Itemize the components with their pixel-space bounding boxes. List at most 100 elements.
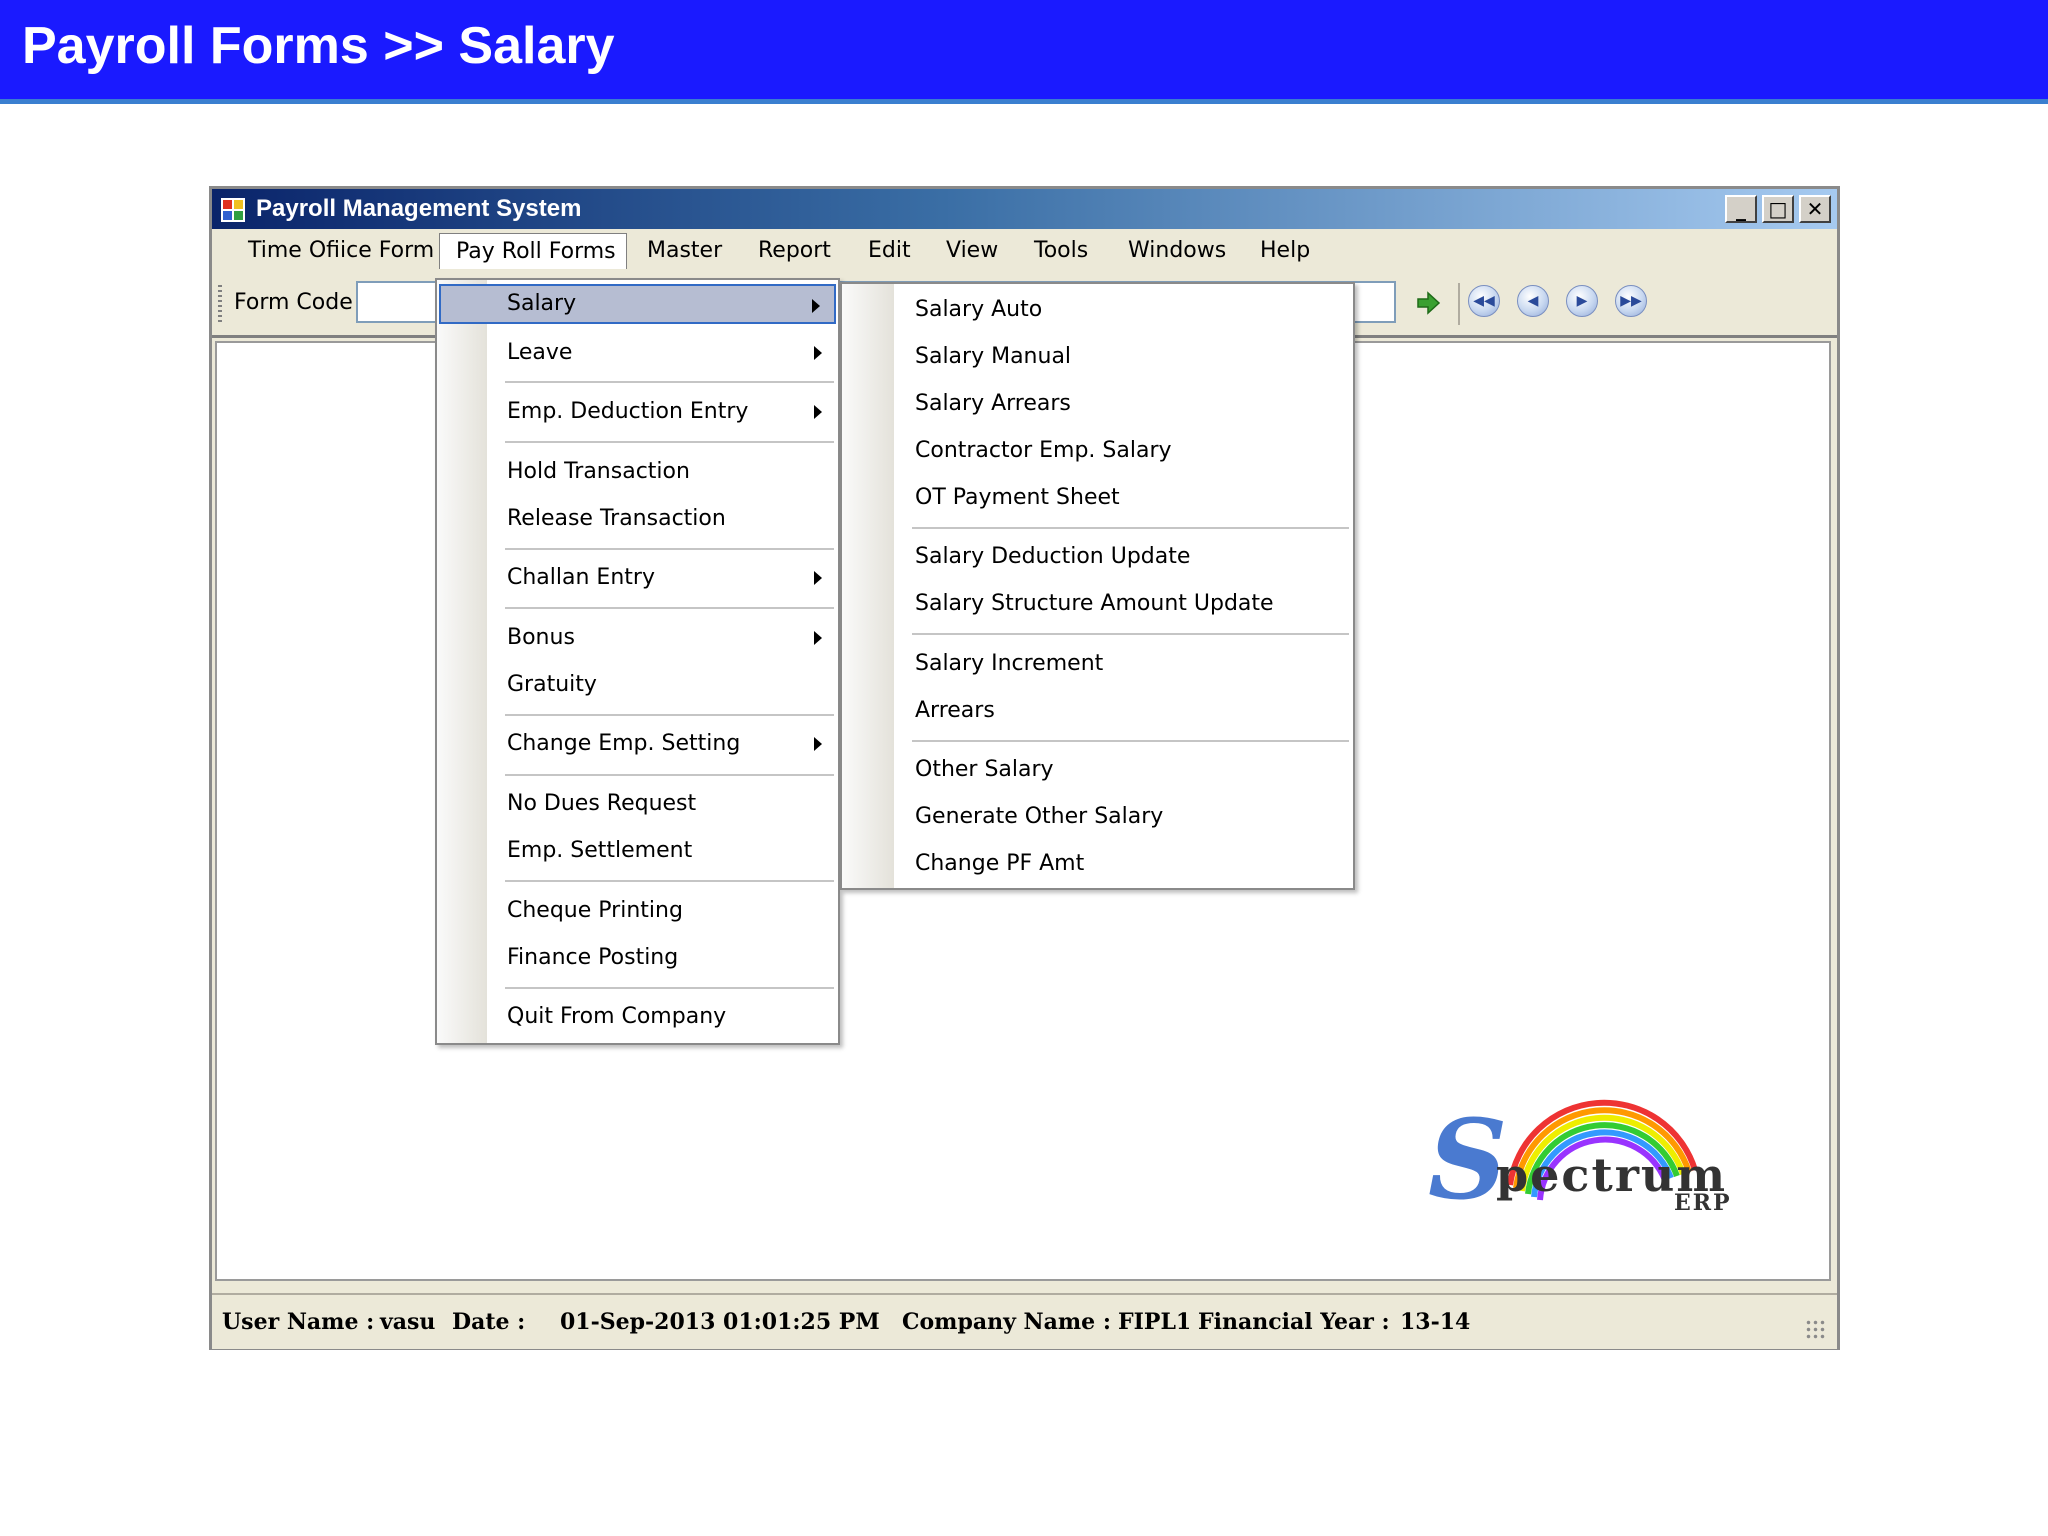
menu-item-emp-deduction-entry[interactable]: Emp. Deduction Entry — [439, 392, 836, 432]
app-icon — [221, 198, 245, 222]
menu-separator — [505, 987, 834, 989]
menu-item-label: OT Payment Sheet — [915, 485, 1120, 510]
submenu-arrow-icon — [814, 346, 822, 360]
menu-bar: Time Ofiice Form Pay Roll Forms Master R… — [212, 229, 1837, 271]
menu-item-arrears[interactable]: Arrears — [844, 691, 1351, 731]
menu-item-label: Generate Other Salary — [915, 804, 1164, 829]
next-record-icon[interactable]: ▶ — [1566, 285, 1598, 317]
minimize-button[interactable]: _ — [1725, 195, 1757, 223]
menu-item-label: Challan Entry — [507, 565, 655, 590]
spectrum-erp-logo: S pectrum ERP — [1420, 1050, 1750, 1230]
menu-separator — [912, 633, 1349, 635]
menu-item-no-dues-request[interactable]: No Dues Request — [439, 784, 836, 824]
last-record-icon[interactable]: ▶▶ — [1615, 285, 1647, 317]
menu-item-cheque-printing[interactable]: Cheque Printing — [439, 891, 836, 931]
menu-item-generate-other-salary[interactable]: Generate Other Salary — [844, 797, 1351, 837]
previous-record-icon[interactable]: ◀ — [1517, 285, 1549, 317]
menu-item-change-pf-amt[interactable]: Change PF Amt — [844, 844, 1351, 884]
submenu-arrow-icon — [814, 571, 822, 585]
submenu-arrow-icon — [812, 299, 820, 313]
menu-item-salary-deduction-update[interactable]: Salary Deduction Update — [844, 537, 1351, 577]
form-code-label: Form Code — [234, 290, 353, 315]
menu-item-label: Bonus — [507, 625, 575, 650]
payroll-forms-menu: Salary Leave Emp. Deduction Entry Hold T… — [435, 278, 840, 1045]
menu-item-label: Arrears — [915, 698, 995, 723]
window-titlebar[interactable]: Payroll Management System _ □ ✕ — [212, 189, 1837, 229]
menu-report[interactable]: Report — [758, 233, 831, 269]
menu-item-label: Emp. Deduction Entry — [507, 399, 749, 424]
menu-item-gratuity[interactable]: Gratuity — [439, 665, 836, 705]
window-title: Payroll Management System — [256, 195, 582, 222]
menu-help[interactable]: Help — [1260, 233, 1310, 269]
menu-item-label: Contractor Emp. Salary — [915, 438, 1172, 463]
menu-item-label: No Dues Request — [507, 791, 697, 816]
menu-pay-roll-forms[interactable]: Pay Roll Forms — [439, 233, 627, 269]
menu-item-label: Leave — [507, 340, 573, 365]
toolbar-grip[interactable] — [218, 285, 222, 325]
menu-time-office-form[interactable]: Time Ofiice Form — [248, 233, 434, 269]
menu-separator — [912, 527, 1349, 529]
slide-header: Payroll Forms >> Salary — [0, 0, 2048, 104]
menu-separator — [505, 548, 834, 550]
slide-title: Payroll Forms >> Salary — [22, 17, 615, 75]
menu-item-change-emp-setting[interactable]: Change Emp. Setting — [439, 724, 836, 764]
go-arrow-icon[interactable] — [1412, 287, 1444, 319]
user-name-value: vasu — [380, 1309, 436, 1335]
menu-view[interactable]: View — [946, 233, 998, 269]
menu-edit[interactable]: Edit — [868, 233, 911, 269]
menu-item-hold-transaction[interactable]: Hold Transaction — [439, 452, 836, 492]
menu-item-salary-manual[interactable]: Salary Manual — [844, 337, 1351, 377]
menu-item-salary-increment[interactable]: Salary Increment — [844, 644, 1351, 684]
menu-separator — [912, 740, 1349, 742]
menu-item-emp-settlement[interactable]: Emp. Settlement — [439, 831, 836, 871]
menu-item-leave[interactable]: Leave — [439, 333, 836, 373]
menu-item-challan-entry[interactable]: Challan Entry — [439, 558, 836, 598]
menu-separator — [505, 714, 834, 716]
menu-item-label: Salary Structure Amount Update — [915, 591, 1274, 616]
menu-item-release-transaction[interactable]: Release Transaction — [439, 499, 836, 539]
menu-tools[interactable]: Tools — [1034, 233, 1088, 269]
menu-item-label: Emp. Settlement — [507, 838, 693, 863]
company-name-label: Company Name : — [902, 1309, 1111, 1335]
status-bar: User Name : vasu Date : 01-Sep-2013 01:0… — [212, 1293, 1837, 1349]
menu-item-salary-arrears[interactable]: Salary Arrears — [844, 384, 1351, 424]
resize-grip[interactable] — [1805, 1319, 1827, 1341]
menu-item-quit-from-company[interactable]: Quit From Company — [439, 997, 836, 1037]
menu-item-finance-posting[interactable]: Finance Posting — [439, 938, 836, 978]
menu-item-label: Salary Increment — [915, 651, 1104, 676]
menu-item-contractor-emp-salary[interactable]: Contractor Emp. Salary — [844, 431, 1351, 471]
menu-separator — [505, 607, 834, 609]
menu-separator — [505, 381, 834, 383]
financial-year-label: Financial Year : — [1198, 1309, 1390, 1335]
menu-item-label: Salary — [507, 291, 577, 316]
date-value: 01-Sep-2013 01:01:25 PM — [560, 1309, 880, 1335]
menu-item-label: Gratuity — [507, 672, 597, 697]
menu-item-label: Hold Transaction — [507, 459, 690, 484]
menu-item-label: Salary Deduction Update — [915, 544, 1191, 569]
maximize-button[interactable]: □ — [1762, 195, 1794, 223]
financial-year-value: 13-14 — [1400, 1309, 1471, 1335]
menu-item-salary[interactable]: Salary — [439, 284, 836, 324]
submenu-arrow-icon — [814, 631, 822, 645]
menu-item-label: Salary Manual — [915, 344, 1072, 369]
menu-item-label: Finance Posting — [507, 945, 679, 970]
menu-item-salary-structure-amount-update[interactable]: Salary Structure Amount Update — [844, 584, 1351, 624]
menu-item-other-salary[interactable]: Other Salary — [844, 750, 1351, 790]
menu-windows[interactable]: Windows — [1128, 233, 1226, 269]
menu-item-label: Other Salary — [915, 757, 1054, 782]
menu-item-label: Quit From Company — [507, 1004, 727, 1029]
menu-master[interactable]: Master — [647, 233, 722, 269]
menu-item-bonus[interactable]: Bonus — [439, 618, 836, 658]
menu-separator — [505, 774, 834, 776]
submenu-arrow-icon — [814, 737, 822, 751]
menu-item-salary-auto[interactable]: Salary Auto — [844, 290, 1351, 330]
menu-item-label: Salary Auto — [915, 297, 1043, 322]
menu-item-ot-payment-sheet[interactable]: OT Payment Sheet — [844, 478, 1351, 518]
menu-item-label: Release Transaction — [507, 506, 726, 531]
toolbar-separator — [1458, 283, 1460, 325]
first-record-icon[interactable]: ◀◀ — [1468, 285, 1500, 317]
close-button[interactable]: ✕ — [1799, 195, 1831, 223]
logo-suffix: ERP — [1674, 1190, 1732, 1216]
company-name-value: FIPL1 — [1118, 1309, 1192, 1335]
salary-submenu: Salary Auto Salary Manual Salary Arrears… — [840, 282, 1355, 890]
